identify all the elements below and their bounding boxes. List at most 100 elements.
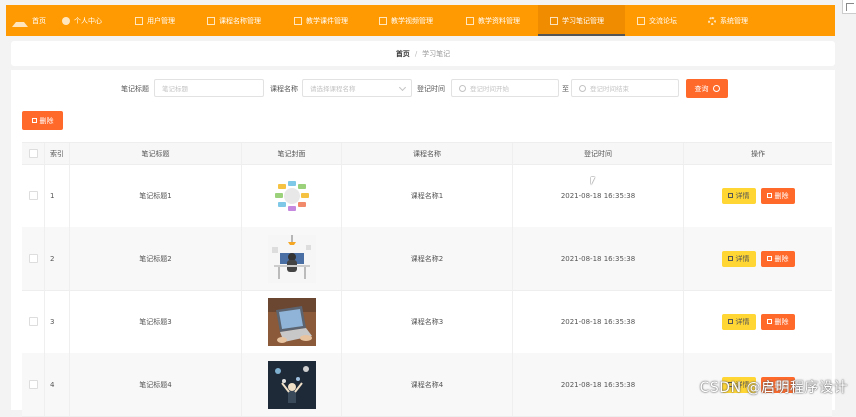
nav-item-label: 教学资料管理 — [478, 16, 520, 25]
nav-item-profile[interactable]: 个人中心 — [49, 5, 123, 36]
chevron-down-icon — [398, 83, 407, 92]
delete-button-label: 删除 — [774, 191, 789, 200]
main-panel: 笔记标题 笔记标题 课程名称 请选择课程名称 登记时间 登记时间开始 至 登记时… — [11, 70, 835, 417]
row-select-cell — [22, 290, 45, 353]
row-actions: 详情 删除 — [684, 227, 832, 290]
row-time: 2021-08-18 16:35:38 — [513, 164, 684, 227]
nav-item-videos[interactable]: 教学视频管理 — [367, 5, 454, 36]
chat-icon — [637, 16, 645, 25]
delete-button[interactable]: 删除 — [760, 250, 795, 267]
book-icon — [207, 16, 215, 25]
header-actions: 操作 — [751, 149, 765, 158]
title-filter-label: 笔记标题 — [121, 85, 149, 93]
row-select-cell — [22, 227, 45, 290]
row-title: 笔记标题4 — [70, 353, 242, 416]
notes-table: 索引 笔记标题 笔记封面 课程名称 登记时间 操作 1 笔记标题1 课程名称1 … — [22, 142, 832, 417]
table-row: 1 笔记标题1 课程名称1 2021-08-18 16:35:38 详情 删除 — [22, 164, 832, 228]
detail-icon — [727, 256, 733, 261]
row-checkbox[interactable] — [28, 191, 38, 200]
celebration-photo-image — [267, 360, 316, 409]
row-cover — [242, 290, 342, 353]
delete-button[interactable]: 删除 — [760, 187, 795, 204]
nav-item-courseware[interactable]: 教学课件管理 — [282, 5, 367, 36]
row-time: 2021-08-18 16:35:38 — [513, 353, 684, 416]
row-cover — [242, 353, 342, 416]
row-cover — [242, 227, 342, 290]
mind-map-image — [267, 171, 316, 220]
detail-icon — [727, 193, 733, 198]
header-index: 索引 — [45, 143, 70, 164]
note-icon — [550, 16, 558, 25]
nav-item-courses[interactable]: 课程名称管理 — [195, 5, 282, 36]
query-button-label: 查询 — [694, 84, 709, 93]
top-nav: 首页 个人中心 用户管理 课程名称管理 教学课件管理 教学视频管理 教学资料管理… — [6, 5, 835, 36]
detail-button-label: 详情 — [735, 254, 750, 263]
course-select-placeholder: 请选择课程名称 — [310, 85, 356, 93]
nav-item-label: 系统管理 — [720, 16, 748, 25]
delete-button-label: 删除 — [774, 254, 789, 263]
detail-button[interactable]: 详情 — [721, 313, 756, 330]
laptop-photo-image — [267, 297, 316, 346]
nav-item-label: 学习笔记管理 — [562, 16, 604, 25]
breadcrumb-home[interactable]: 首页 — [396, 49, 410, 59]
row-checkbox[interactable] — [28, 317, 38, 326]
select-all-cell — [22, 143, 45, 164]
header-cover: 笔记封面 — [242, 143, 342, 164]
nav-item-notes[interactable]: 学习笔记管理 — [538, 5, 625, 36]
row-course: 课程名称3 — [342, 290, 513, 353]
batch-delete-button[interactable]: 删除 — [22, 111, 63, 130]
nav-item-label: 用户管理 — [147, 16, 175, 25]
mouse-cursor — [591, 177, 595, 185]
trash-icon — [766, 193, 772, 198]
desk-illustration-image — [267, 234, 316, 283]
nav-item-label: 首页 — [32, 16, 46, 25]
select-all-checkbox[interactable] — [28, 149, 38, 158]
row-checkbox[interactable] — [28, 380, 38, 389]
row-checkbox[interactable] — [28, 254, 38, 263]
course-select[interactable]: 请选择课程名称 — [302, 79, 412, 97]
table-row: 2 笔记标题2 课程名称2 2021-08-18 16:35:38 详情 删除 — [22, 227, 832, 291]
nav-item-materials[interactable]: 教学资料管理 — [454, 5, 538, 36]
nav-item-users[interactable]: 用户管理 — [123, 5, 195, 36]
row-course: 课程名称4 — [342, 353, 513, 416]
row-title: 笔记标题2 — [70, 227, 242, 290]
trash-icon — [31, 118, 37, 123]
table-row: 3 笔记标题3 课程名称3 2021-08-18 16:35:38 详情 删除 — [22, 290, 832, 354]
batch-delete-label: 删除 — [39, 116, 54, 125]
start-date-input[interactable]: 登记时间开始 — [451, 79, 559, 97]
end-date-input[interactable]: 登记时间结束 — [571, 79, 679, 97]
nav-item-label: 个人中心 — [74, 16, 102, 25]
row-title: 笔记标题3 — [70, 290, 242, 353]
clock-icon — [579, 84, 586, 92]
row-select-cell — [22, 353, 45, 416]
user-icon — [62, 16, 70, 25]
window-corner — [842, 0, 856, 14]
nav-item-home[interactable]: 首页 — [6, 5, 49, 36]
detail-button-label: 详情 — [735, 317, 750, 326]
row-select-cell — [22, 164, 45, 227]
table-header: 索引 笔记标题 笔记封面 课程名称 登记时间 操作 — [22, 143, 832, 165]
header-time: 登记时间 — [513, 143, 684, 164]
detail-button[interactable]: 详情 — [721, 250, 756, 267]
gear-icon — [708, 16, 716, 25]
row-index: 2 — [45, 227, 70, 290]
nav-item-forum[interactable]: 交流论坛 — [625, 5, 696, 36]
clock-icon — [459, 84, 466, 92]
row-course: 课程名称2 — [342, 227, 513, 290]
folder-icon — [466, 16, 474, 25]
breadcrumb: 首页 / 学习笔记 — [11, 41, 835, 66]
trash-icon — [766, 319, 772, 324]
detail-button[interactable]: 详情 — [721, 187, 756, 204]
delete-button[interactable]: 删除 — [760, 313, 795, 330]
nav-item-system[interactable]: 系统管理 — [696, 5, 766, 36]
header-title: 笔记标题 — [70, 143, 242, 164]
row-index: 4 — [45, 353, 70, 416]
home-icon — [12, 14, 28, 27]
nav-item-label: 教学视频管理 — [391, 16, 433, 25]
row-actions: 详情 删除 — [684, 164, 832, 227]
detail-icon — [727, 319, 733, 324]
title-filter-input[interactable]: 笔记标题 — [154, 79, 264, 97]
query-button[interactable]: 查询 — [686, 79, 728, 98]
row-course: 课程名称1 — [342, 164, 513, 227]
row-index: 3 — [45, 290, 70, 353]
